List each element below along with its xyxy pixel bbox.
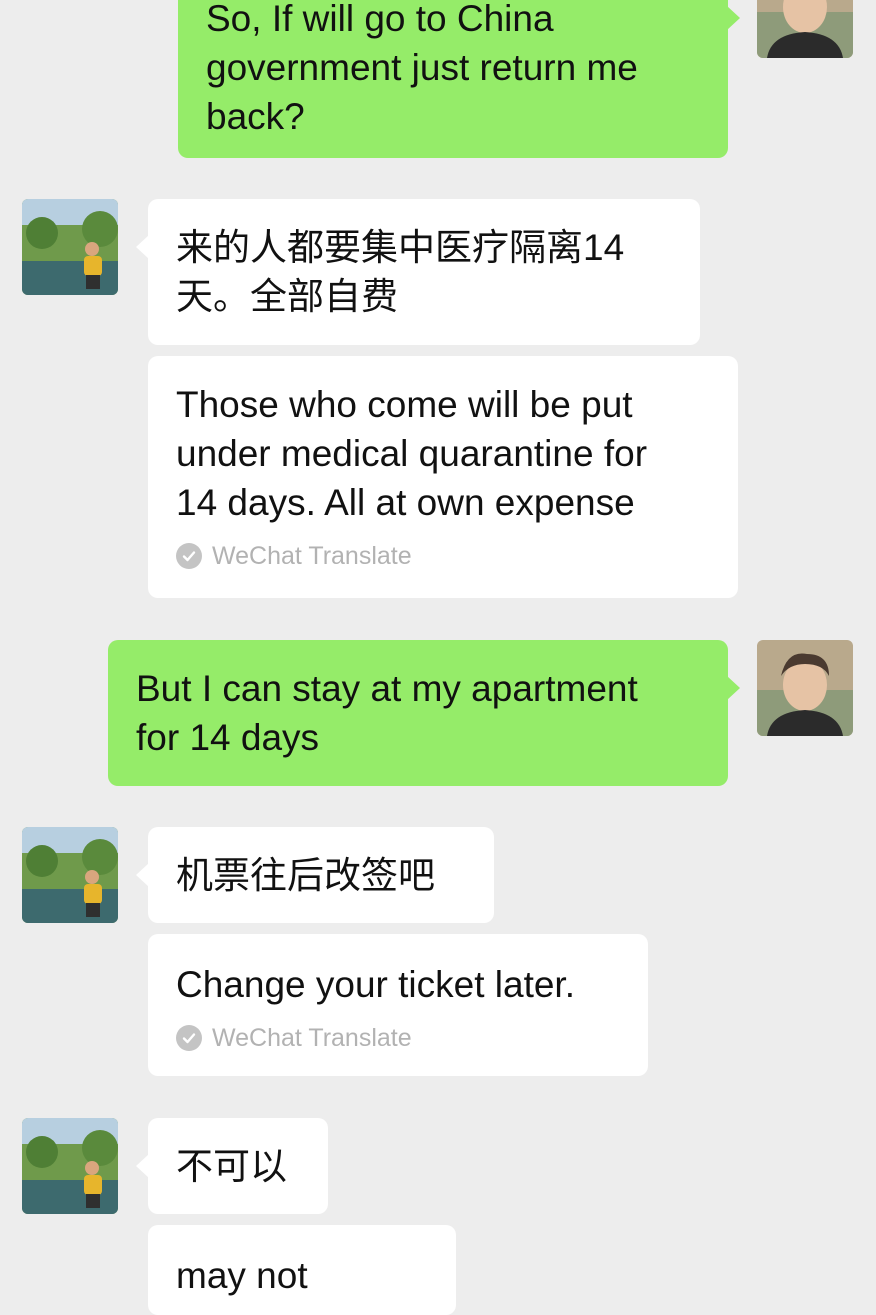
- wechat-translate-tag: WeChat Translate: [176, 541, 710, 571]
- avatar-woman-by-pond-icon[interactable]: [22, 827, 118, 923]
- check-icon: [176, 543, 202, 569]
- translation-bubble[interactable]: Those who come will be put under medical…: [148, 356, 738, 598]
- message-bubble-outgoing[interactable]: So, If will go to China government just …: [178, 0, 740, 158]
- translation-text: Those who come will be put under medical…: [176, 384, 648, 523]
- message-bubble-incoming[interactable]: 来的人都要集中医疗隔离14 天。全部自费: [136, 199, 700, 345]
- avatar-young-man-icon[interactable]: [757, 0, 853, 58]
- message-text: So, If will go to China government just …: [206, 0, 638, 137]
- message-text: 来的人都要集中医疗隔离14 天。全部自费: [176, 227, 625, 317]
- avatar-woman-by-pond-icon[interactable]: [22, 1118, 118, 1214]
- avatar-woman-by-pond-icon[interactable]: [22, 199, 118, 295]
- translation-text: Change your ticket later.: [176, 964, 575, 1005]
- message-text: 机票往后改签吧: [176, 855, 435, 896]
- translate-label: WeChat Translate: [212, 542, 412, 570]
- message-bubble-incoming[interactable]: 不可以: [136, 1118, 328, 1214]
- wechat-translate-tag: WeChat Translate: [176, 1023, 620, 1053]
- message-text: 不可以: [176, 1146, 287, 1187]
- check-icon: [176, 1025, 202, 1051]
- message-bubble-incoming[interactable]: 机票往后改签吧: [136, 827, 494, 923]
- translation-text: may not: [176, 1255, 308, 1296]
- message-text: But I can stay at my apartment for 14 da…: [136, 668, 638, 758]
- translation-bubble[interactable]: may not: [148, 1225, 456, 1315]
- avatar-young-man-icon[interactable]: [757, 640, 853, 736]
- translate-label: WeChat Translate: [212, 1024, 412, 1052]
- translation-bubble[interactable]: Change your ticket later. WeChat Transla…: [148, 934, 648, 1076]
- message-bubble-outgoing[interactable]: But I can stay at my apartment for 14 da…: [108, 640, 740, 786]
